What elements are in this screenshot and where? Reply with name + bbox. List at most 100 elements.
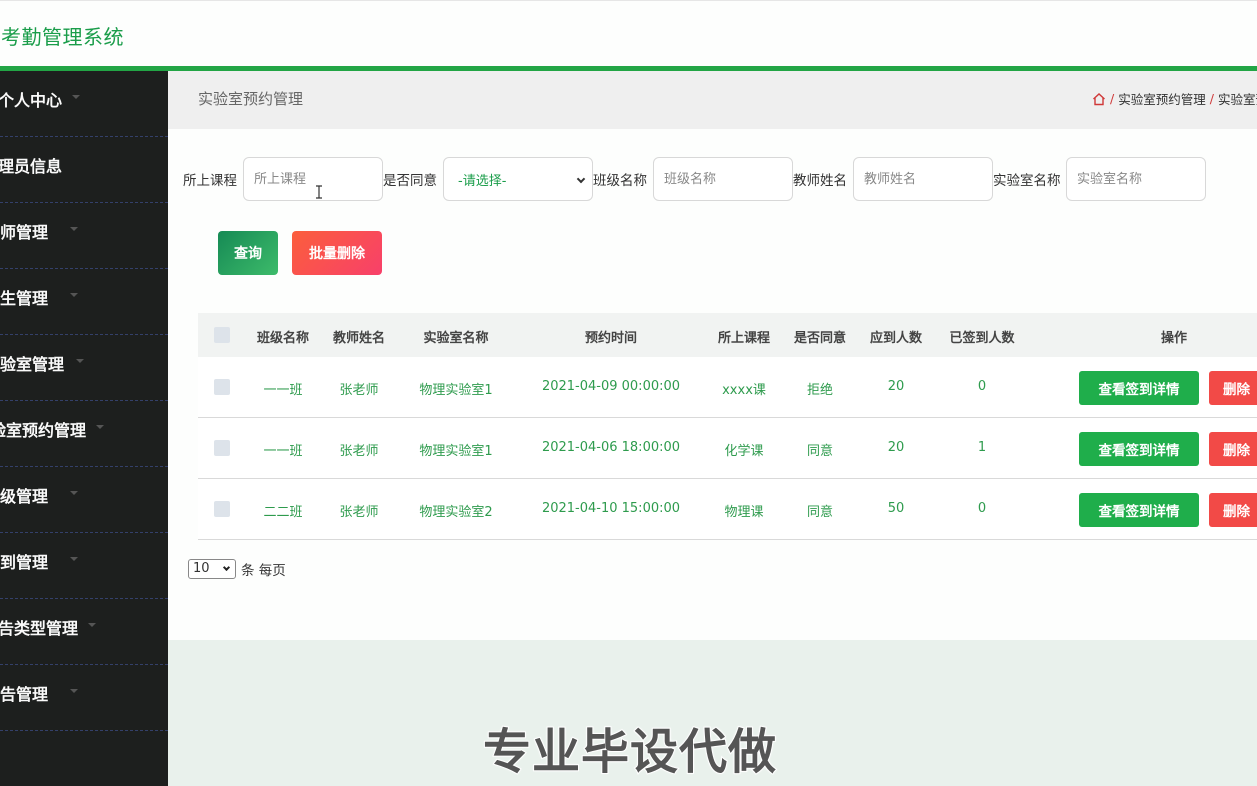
row-checkbox[interactable] [214, 501, 230, 517]
cell-time: 2021-04-06 18:00:00 [541, 440, 681, 455]
delete-button[interactable]: 删除 [1209, 371, 1257, 405]
page-size-control: 10 条 每页 [188, 559, 286, 579]
sidebar-item-label: 学生管理 [0, 289, 49, 308]
class-input[interactable] [653, 157, 793, 201]
main-content: 所上课程 是否同意 -请选择- 班级名称 教师姓名 实验室名称 查询 批量删除 … [168, 129, 1257, 640]
column-header: 已签到人数 [949, 331, 1015, 346]
sidebar-item-lab-reservation-mgmt[interactable]: 实验室预约管理 [0, 401, 168, 467]
query-button[interactable]: 查询 [218, 231, 278, 275]
teacher-input[interactable] [853, 157, 993, 201]
sidebar-item-personal-center[interactable]: 个人中心 [0, 71, 168, 137]
course-input[interactable] [243, 157, 383, 201]
page-title: 实验室预约管理 [198, 90, 304, 108]
cell-teacher: 张老师 [339, 444, 379, 459]
sidebar-item-label: 公告管理 [0, 685, 49, 704]
chevron-down-icon [88, 623, 96, 627]
agree-filter-label: 是否同意 [383, 173, 437, 189]
column-header: 应到人数 [869, 331, 923, 346]
sidebar-item-label: 实验室预约管理 [0, 421, 87, 440]
cell-class: 一一班 [263, 444, 303, 459]
chevron-down-icon [96, 425, 104, 429]
cell-teacher: 张老师 [339, 505, 379, 520]
cell-lab: 物理实验室2 [419, 505, 493, 520]
lab-filter-label: 实验室名称 [993, 173, 1061, 189]
cell-time: 2021-04-09 00:00:00 [541, 379, 681, 394]
text-cursor-icon [315, 184, 323, 199]
cell-signed: 1 [977, 440, 987, 455]
table-row: 一一班 张老师 物理实验室1 2021-04-06 18:00:00 化学课 同… [198, 418, 1257, 479]
column-header: 操作 [1160, 331, 1188, 346]
cell-expected: 50 [887, 501, 905, 516]
cell-course: 化学课 [724, 444, 764, 459]
sidebar-item-label: 教师管理 [0, 223, 49, 242]
watermark-text: 专业毕设代做 [482, 723, 778, 781]
cell-time: 2021-04-10 15:00:00 [541, 501, 681, 516]
chevron-down-icon [222, 563, 231, 572]
view-signin-detail-button[interactable]: 查看签到详情 [1079, 493, 1199, 527]
column-header: 教师姓名 [332, 331, 386, 346]
page-size-value: 10 [193, 561, 210, 576]
home-icon[interactable] [1092, 92, 1106, 106]
sidebar-item-notice-type-mgmt[interactable]: 公告类型管理 [0, 599, 168, 665]
column-header: 是否同意 [793, 331, 847, 346]
teacher-filter-label: 教师姓名 [793, 173, 847, 189]
chevron-down-icon [72, 95, 80, 99]
cell-class: 二二班 [263, 505, 303, 520]
page-size-suffix: 条 每页 [241, 563, 286, 579]
cell-course: 物理课 [724, 505, 764, 520]
row-checkbox[interactable] [214, 440, 230, 456]
sidebar-item-lab-mgmt[interactable]: 实验室管理 [0, 335, 168, 401]
sidebar-item-label: 签到管理 [0, 553, 49, 572]
sidebar-item-label: 班级管理 [0, 487, 49, 506]
row-checkbox[interactable] [214, 379, 230, 395]
chevron-down-icon [70, 689, 78, 693]
lab-input[interactable] [1066, 157, 1206, 201]
breadcrumb-item[interactable]: 实验室预约管理 [1118, 89, 1206, 108]
agree-select-value: -请选择- [458, 173, 507, 189]
delete-button[interactable]: 删除 [1209, 493, 1257, 527]
column-header: 所上课程 [717, 331, 771, 346]
cell-signed: 0 [977, 379, 987, 394]
breadcrumb-item-current: 实验室预约管理 [1217, 92, 1257, 107]
view-signin-detail-button[interactable]: 查看签到详情 [1079, 371, 1199, 405]
sidebar-item-student-mgmt[interactable]: 学生管理 [0, 269, 168, 335]
sidebar-item-notice-mgmt[interactable]: 公告管理 [0, 665, 168, 731]
sidebar-item-signin-mgmt[interactable]: 签到管理 [0, 533, 168, 599]
chevron-down-icon [70, 227, 78, 231]
course-filter-label: 所上课程 [183, 173, 237, 189]
cell-expected: 20 [887, 379, 905, 394]
select-all-checkbox[interactable] [214, 327, 230, 343]
cell-agree: 同意 [806, 444, 834, 459]
delete-button[interactable]: 删除 [1209, 432, 1257, 466]
breadcrumb: / 实验室预约管理 / 实验室预约管理 [1092, 89, 1257, 108]
cell-expected: 20 [887, 440, 905, 455]
page-size-select[interactable]: 10 [188, 559, 236, 579]
cell-agree: 同意 [806, 505, 834, 520]
sidebar-item-class-mgmt[interactable]: 班级管理 [0, 467, 168, 533]
chevron-down-icon [576, 174, 586, 184]
view-signin-detail-button[interactable]: 查看签到详情 [1079, 432, 1199, 466]
table-row: 一一班 张老师 物理实验室1 2021-04-09 00:00:00 xxxx课… [198, 357, 1257, 418]
agree-select[interactable]: -请选择- [443, 157, 593, 201]
chevron-down-icon [70, 491, 78, 495]
cell-course: xxxx课 [722, 383, 766, 398]
sidebar-item-label: 管理员信息 [0, 157, 63, 176]
column-header: 班级名称 [256, 331, 310, 346]
batch-delete-button[interactable]: 批量删除 [292, 231, 382, 275]
column-header: 预约时间 [584, 331, 638, 346]
breadcrumb-separator: / [1110, 91, 1115, 106]
sidebar: 个人中心 管理员信息 教师管理 学生管理 实验室管理 实验室预约管理 班级管理 … [0, 71, 168, 786]
cell-lab: 物理实验室1 [419, 383, 493, 398]
class-filter-label: 班级名称 [593, 173, 647, 189]
cell-signed: 0 [977, 501, 987, 516]
reservation-table: 班级名称 教师姓名 实验室名称 预约时间 所上课程 是否同意 应到人数 已签到人… [198, 313, 1257, 540]
cell-teacher: 张老师 [339, 383, 379, 398]
cell-agree: 拒绝 [806, 383, 834, 398]
sidebar-item-admin-info[interactable]: 管理员信息 [0, 137, 168, 203]
column-header: 实验室名称 [423, 331, 489, 346]
table-row: 二二班 张老师 物理实验室2 2021-04-10 15:00:00 物理课 同… [198, 479, 1257, 540]
chevron-down-icon [70, 293, 78, 297]
sidebar-item-label: 个人中心 [0, 91, 63, 110]
sidebar-item-teacher-mgmt[interactable]: 教师管理 [0, 203, 168, 269]
footer: 专业毕设代做 [168, 640, 1257, 786]
